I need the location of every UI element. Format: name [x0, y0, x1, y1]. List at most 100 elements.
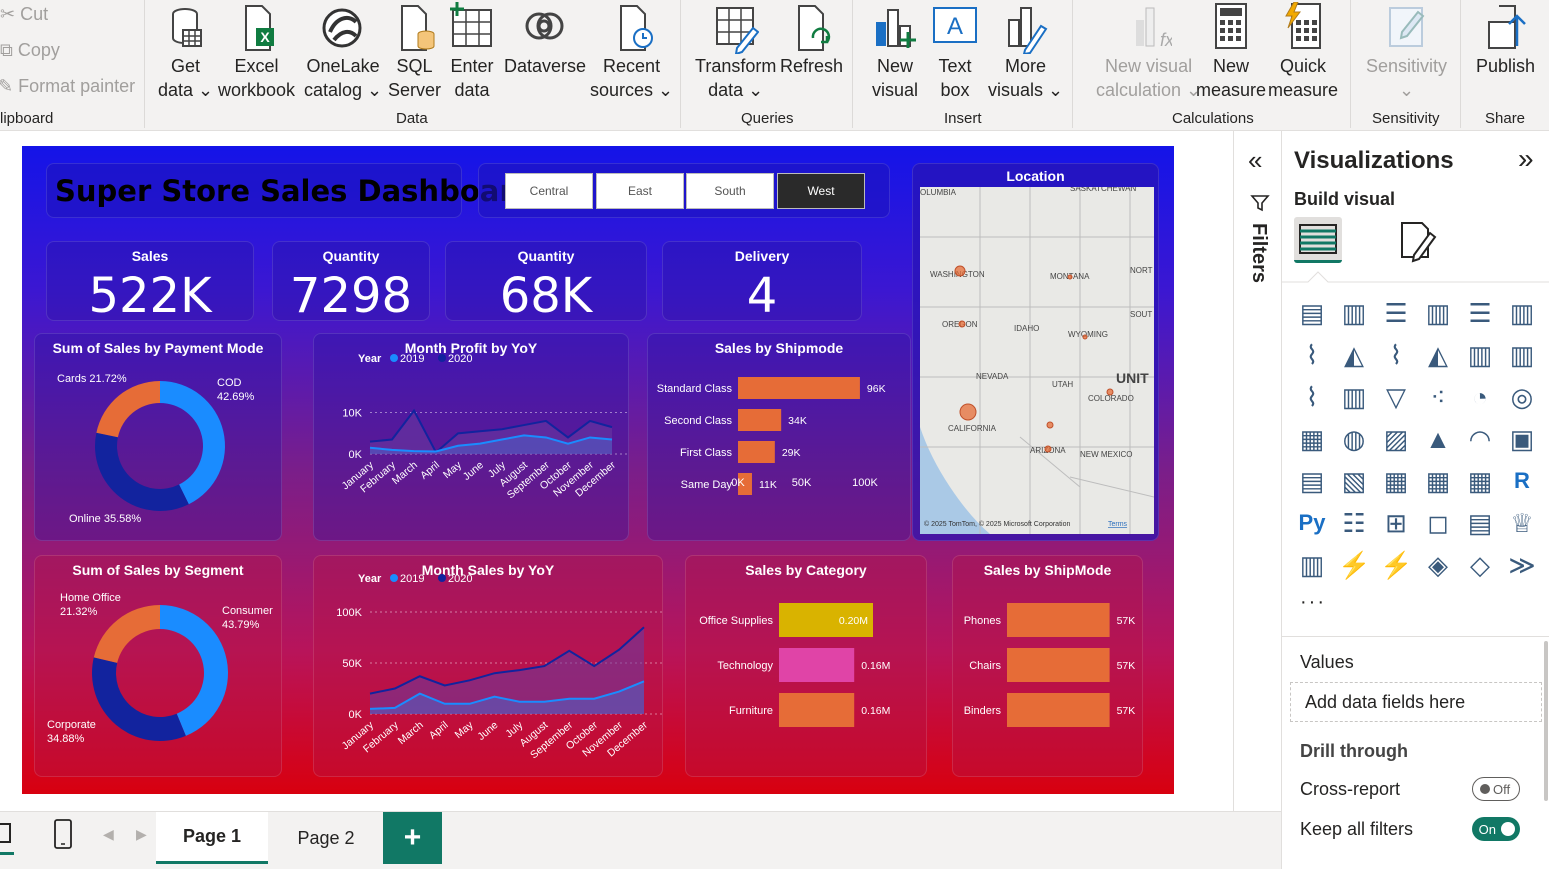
build-visual-tab[interactable] [1294, 217, 1342, 263]
paginated-report-icon[interactable]: ▥ [1296, 549, 1328, 581]
map-terms-link[interactable]: Terms [1108, 521, 1128, 528]
shipmode-card[interactable]: Sales by Shipmode Standard Class 96K Secon… [647, 333, 911, 541]
add-page-button[interactable]: + [383, 812, 442, 864]
stacked-area-icon[interactable]: ⌇ [1380, 339, 1412, 371]
format-painter-button[interactable]: ✎ Format painter [0, 76, 135, 97]
map-bubble[interactable] [1082, 334, 1088, 340]
sensitivity-button[interactable]: Sensitivity ⌄ [1366, 2, 1447, 102]
bar[interactable] [1007, 603, 1110, 637]
more-visuals-ellipsis[interactable]: ··· [1300, 591, 1326, 614]
filters-pane[interactable]: « Filters [1233, 131, 1281, 811]
excel-workbook-button[interactable]: X Excel workbook [218, 2, 295, 102]
recent-sources-button[interactable]: Recent sources ⌄ [590, 2, 673, 102]
r-visual-icon[interactable]: R [1506, 465, 1538, 497]
multirow-card-icon[interactable]: ▤ [1296, 465, 1328, 497]
stacked-bar-icon[interactable]: ▤ [1296, 297, 1328, 329]
new-visual-button[interactable]: New visual [872, 2, 918, 102]
segment-donut[interactable]: Consumer 43.79% Corporate 34.88% Home Office… [35, 556, 283, 778]
map-bubble[interactable] [959, 403, 977, 421]
donut-slice[interactable] [95, 432, 189, 511]
bar[interactable] [779, 648, 855, 682]
line-column-icon[interactable]: ▥ [1506, 339, 1538, 371]
cut-button[interactable]: ✂ Cut [0, 4, 48, 25]
donut-icon[interactable]: ◎ [1506, 381, 1538, 413]
slicer-west[interactable]: West [777, 173, 865, 209]
category-card[interactable]: Sales by Category Office Supplies 0.20M Te… [685, 555, 927, 777]
enter-data-button[interactable]: Enter data [449, 2, 495, 102]
quick-measure-button[interactable]: Quick measure [1268, 2, 1338, 102]
pie-icon[interactable]: ◔ [1464, 381, 1496, 413]
clustered-bar-icon[interactable]: ☰ [1380, 297, 1412, 329]
month-profit-card[interactable]: Month Profit by YoY Year 2019 2020 10K 0K Jan… [313, 333, 630, 542]
python-visual-icon[interactable]: Py [1296, 507, 1328, 539]
qa-icon[interactable]: ◻ [1422, 507, 1454, 539]
cross-report-toggle[interactable]: Off [1472, 777, 1520, 801]
month-sales-card[interactable]: Month Sales by YoY Year 2019 2020 100K 50K 0K… [313, 555, 664, 777]
month-profit-area-chart[interactable]: Year 2019 202010K0KJanuaryFebruaryMarchApr… [314, 334, 630, 542]
bar[interactable] [1007, 693, 1110, 727]
pane-scrollbar[interactable] [1544, 641, 1548, 801]
decomposition-tree-icon[interactable]: ⊞ [1380, 507, 1412, 539]
100-column-icon[interactable]: ▥ [1506, 297, 1538, 329]
mobile-view-icon[interactable] [52, 818, 74, 850]
slicer-icon[interactable]: ▦ [1380, 465, 1412, 497]
desktop-view-icon[interactable] [0, 820, 14, 848]
dataverse-button[interactable]: Dataverse [504, 2, 586, 78]
power-apps-icon[interactable]: ⚡ [1338, 549, 1370, 581]
keep-filters-toggle[interactable]: On [1472, 817, 1520, 841]
scatter-icon[interactable]: ⁖ [1422, 381, 1454, 413]
bar[interactable] [779, 693, 855, 727]
map-bubble[interactable] [954, 265, 966, 277]
matrix-icon[interactable]: ▦ [1464, 465, 1496, 497]
map-bubble[interactable] [1044, 445, 1052, 453]
page-tab-1[interactable]: Page 1 [156, 812, 268, 864]
chevron-icon[interactable]: ≫ [1506, 549, 1538, 581]
page-tab-2[interactable]: Page 2 [270, 812, 382, 864]
table-icon[interactable]: ▦ [1422, 465, 1454, 497]
text-box-button[interactable]: A Text box [932, 2, 978, 102]
kpi-card-quantity[interactable]: Quantity 7298 [272, 241, 430, 324]
get-data-button[interactable]: Get data ⌄ [158, 2, 213, 102]
donut-slice[interactable] [160, 381, 225, 505]
gauge-icon[interactable]: ◠ [1464, 423, 1496, 455]
more-visuals-button[interactable]: More visuals ⌄ [988, 2, 1063, 102]
new-measure-button[interactable]: New measure [1196, 2, 1266, 102]
ribbon-icon[interactable]: ◭ [1422, 339, 1454, 371]
donut-slice[interactable] [96, 381, 160, 438]
goals-icon[interactable]: ♕ [1506, 507, 1538, 539]
azure-map-icon[interactable]: ▲ [1422, 423, 1454, 455]
key-influencers-icon[interactable]: ☷ [1338, 507, 1370, 539]
filled-map-icon[interactable]: ▨ [1380, 423, 1412, 455]
transform-data-button[interactable]: Transform data ⌄ [695, 2, 776, 102]
line-column-2-icon[interactable]: ⌇ [1296, 381, 1328, 413]
map-bubble[interactable] [1067, 274, 1073, 280]
donut-slice[interactable] [91, 657, 186, 741]
new-visual-calculation-button[interactable]: fx New visualcalculation ⌄ [1096, 2, 1201, 102]
bar[interactable] [1007, 648, 1110, 682]
slicer-central[interactable]: Central [505, 173, 593, 209]
map-bubble[interactable] [1106, 388, 1114, 396]
donut-slice[interactable] [93, 605, 160, 663]
map-bubble[interactable] [958, 320, 966, 328]
narrative-icon[interactable]: ▤ [1464, 507, 1496, 539]
location-map-card[interactable]: Location OLUMBIASASKATCHEWANWASHINGTONMO… [912, 163, 1159, 541]
prev-page-icon[interactable]: ◀ [103, 826, 114, 843]
shipmode-2-card[interactable]: Sales by ShipMode Phones 57K Chairs 57K Bind… [952, 555, 1143, 777]
map-icon[interactable]: ◍ [1338, 423, 1370, 455]
waterfall-icon[interactable]: ▥ [1464, 339, 1496, 371]
shipmode-bar-chart[interactable]: Standard Class 96K Second Class 34K First Cl… [648, 334, 912, 542]
map-bubble[interactable] [1046, 421, 1054, 429]
location-map[interactable]: OLUMBIASASKATCHEWANWASHINGTONMONTANANORT… [920, 187, 1154, 534]
arcgis-icon[interactable]: ◈ [1422, 549, 1454, 581]
category-bar-chart[interactable]: Office Supplies 0.20M Technology 0.16M Furni… [686, 556, 928, 778]
add-data-fields-well[interactable]: Add data fields here [1290, 682, 1542, 722]
kpi-card-quantity-2[interactable]: Quantity 68K [445, 241, 647, 324]
funnel-icon[interactable]: ▽ [1380, 381, 1412, 413]
line-icon[interactable]: ⌇ [1296, 339, 1328, 371]
powerapps-2-icon[interactable]: ◇ [1464, 549, 1496, 581]
kpi-card-delivery[interactable]: Delivery 4 [662, 241, 862, 324]
kpi-card-sales[interactable]: Sales 522K [46, 241, 254, 324]
kpi-icon[interactable]: ▧ [1338, 465, 1370, 497]
collapse-filters-icon[interactable]: « [1248, 145, 1262, 176]
card-icon[interactable]: ▣ [1506, 423, 1538, 455]
